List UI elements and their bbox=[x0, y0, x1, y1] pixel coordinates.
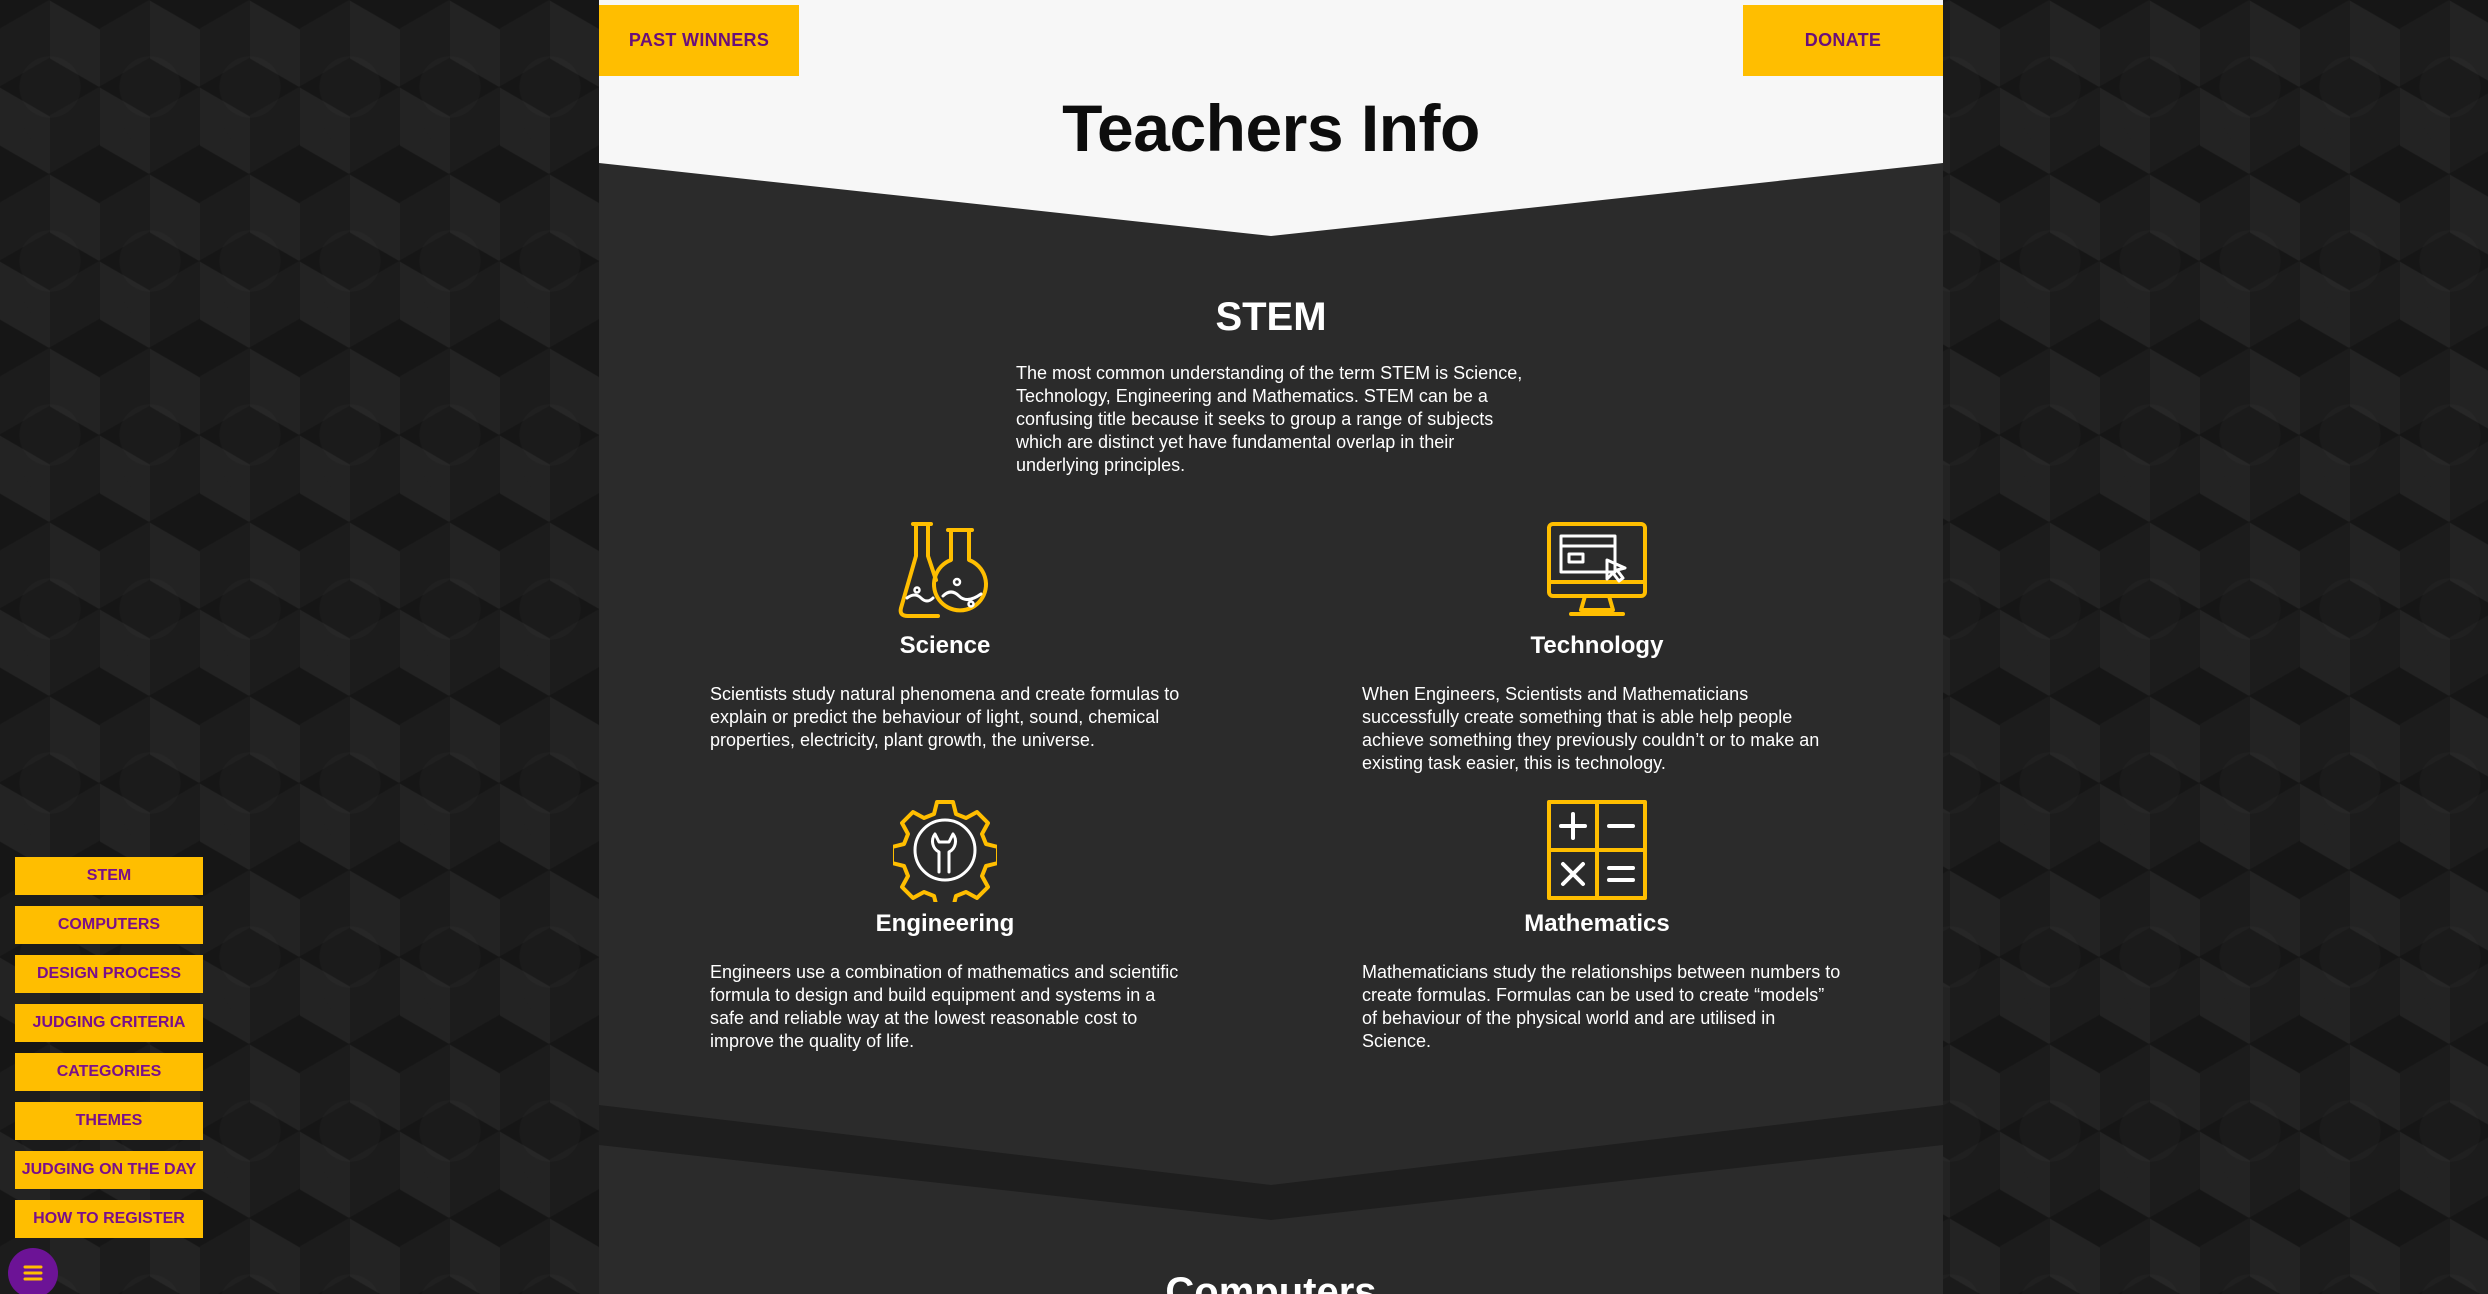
side-nav-item-how-to-register[interactable]: HOW TO REGISTER bbox=[15, 1200, 203, 1238]
technology-text: When Engineers, Scientists and Mathemati… bbox=[1362, 684, 1820, 773]
section-divider bbox=[599, 1105, 1943, 1220]
side-nav: STEM COMPUTERS DESIGN PROCESS JUDGING CR… bbox=[15, 857, 203, 1249]
side-nav-item-judging-criteria[interactable]: JUDGING CRITERIA bbox=[15, 1004, 203, 1042]
donate-button[interactable]: DONATE bbox=[1743, 5, 1943, 76]
page-title: Teachers Info bbox=[1062, 91, 1480, 165]
mathematics-title: Mathematics bbox=[1524, 910, 1670, 937]
science-text: Scientists study natural phenomena and c… bbox=[710, 684, 1180, 750]
hamburger-menu-icon bbox=[23, 1265, 43, 1281]
side-nav-item-computers[interactable]: COMPUTERS bbox=[15, 906, 203, 944]
menu-toggle-button[interactable] bbox=[8, 1248, 58, 1294]
mathematics-text: Mathematicians study the relationships b… bbox=[1362, 962, 1841, 1051]
calculator-symbols-icon bbox=[1547, 800, 1647, 900]
science-title: Science bbox=[899, 632, 991, 659]
side-nav-item-judging-on-the-day[interactable]: JUDGING ON THE DAY bbox=[15, 1151, 203, 1189]
past-winners-button[interactable]: PAST WINNERS bbox=[599, 5, 799, 76]
side-nav-item-categories[interactable]: CATEGORIES bbox=[15, 1053, 203, 1091]
side-nav-item-design-process[interactable]: DESIGN PROCESS bbox=[15, 955, 203, 993]
engineering-title: Engineering bbox=[875, 910, 1015, 937]
stem-section-title: STEM bbox=[1215, 295, 1327, 339]
gear-wrench-icon bbox=[893, 800, 997, 902]
computers-section-title: Computers bbox=[1165, 1270, 1377, 1294]
side-nav-item-themes[interactable]: THEMES bbox=[15, 1102, 203, 1140]
engineering-text: Engineers use a combination of mathemati… bbox=[710, 962, 1179, 1051]
stem-intro-text: The most common understanding of the ter… bbox=[1016, 363, 1523, 475]
side-nav-item-stem[interactable]: STEM bbox=[15, 857, 203, 895]
technology-title: Technology bbox=[1530, 632, 1664, 659]
main-content: PAST WINNERS DONATE Teachers Info STEM T… bbox=[599, 0, 1943, 1294]
flasks-icon bbox=[898, 522, 988, 618]
computer-monitor-icon bbox=[1547, 522, 1647, 616]
